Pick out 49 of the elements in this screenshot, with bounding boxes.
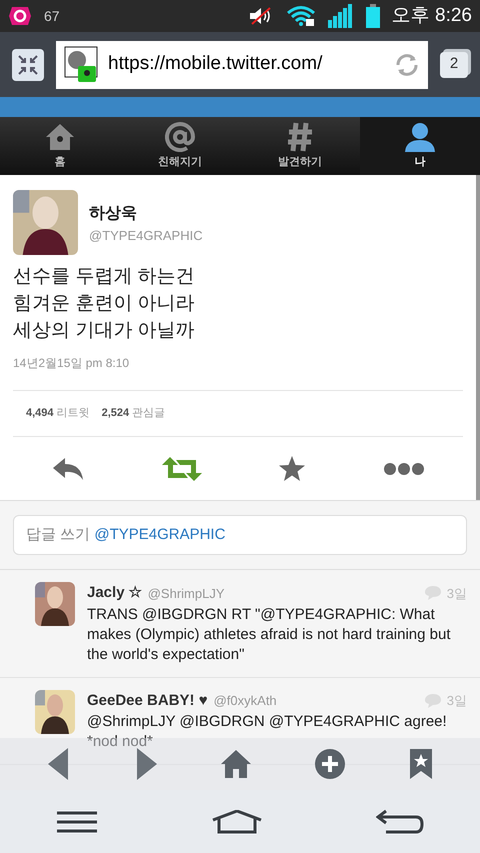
menu-icon[interactable] [56,810,98,832]
address-bar[interactable]: https://mobile.twitter.com/ [56,40,428,88]
wifi-icon [286,5,316,27]
star-icon[interactable] [278,456,306,482]
add-icon[interactable] [315,749,346,779]
url-text: https://mobile.twitter.com/ [108,52,324,76]
signal-icon [328,4,354,28]
forward-icon[interactable] [134,748,157,780]
person-icon [404,122,436,152]
favorite-count: 2,524 관심글 [102,406,166,422]
collapse-icon [17,54,39,76]
nav-tab[interactable]: 홈 [0,117,120,175]
tab-count-button[interactable]: 2 [440,52,468,78]
more-icon[interactable] [382,462,425,476]
retweet-count: 4,494 리트윗 [26,406,90,422]
reply-author: GeeDee BABY! ♥ [87,690,208,710]
speech-bubble-icon [424,586,441,600]
battery-icon [366,4,380,28]
reply-age: 3일 [446,692,467,710]
tweet-text: 선수를 두렵게 하는건 힘겨운 훈련이 아니라 세상의 기대가 아닐까 [13,265,196,343]
reply-handle: @ShrimpLJY [148,584,224,603]
back-arrow-icon[interactable] [376,808,424,834]
nav-tab[interactable]: 발견하기 [240,117,360,175]
user-name: 하상욱 [89,204,138,224]
bookmark-icon[interactable] [410,749,432,779]
reply-icon[interactable] [51,456,86,480]
nav-tab[interactable]: 나 [360,117,480,175]
reply-text: TRANS @IBGDRGN RT "@TYPE4GRAPHIC: What makes (Olympic) athletes afraid is not hard training but the world's expectation" [87,604,452,664]
at-sign-icon [165,122,195,152]
nav-tab[interactable]: 친해지기 [120,117,240,175]
speech-bubble-icon [424,694,441,708]
secure-globe-icon [64,46,100,84]
collapse-button[interactable] [12,48,44,80]
notification-count: 67 [44,6,60,26]
hashtag-icon [287,122,313,152]
tweet-timestamp: 14년2월15일 pm 8:10 [13,355,130,372]
reply-author: Jacly ☆ [87,583,142,603]
user-handle: @TYPE4GRAPHIC [89,227,203,245]
birdhouse-icon [45,122,75,152]
retweet-icon[interactable] [162,456,202,480]
carrier-logo-icon [8,5,32,27]
reply-text: @ShrimpLJY @IBGDRGN @TYPE4GRAPHIC agree! *nod nod* [87,712,448,752]
reply-age: 3일 [446,584,467,602]
clock: 오후 8:26 [392,4,472,28]
reply-field[interactable]: 답글 쓰기 @TYPE4GRAPHIC [13,515,467,555]
back-icon[interactable] [48,748,70,780]
home-icon[interactable] [220,750,251,778]
home-outline-icon[interactable] [210,810,263,834]
reply-handle: @f0xykAth [214,692,277,710]
